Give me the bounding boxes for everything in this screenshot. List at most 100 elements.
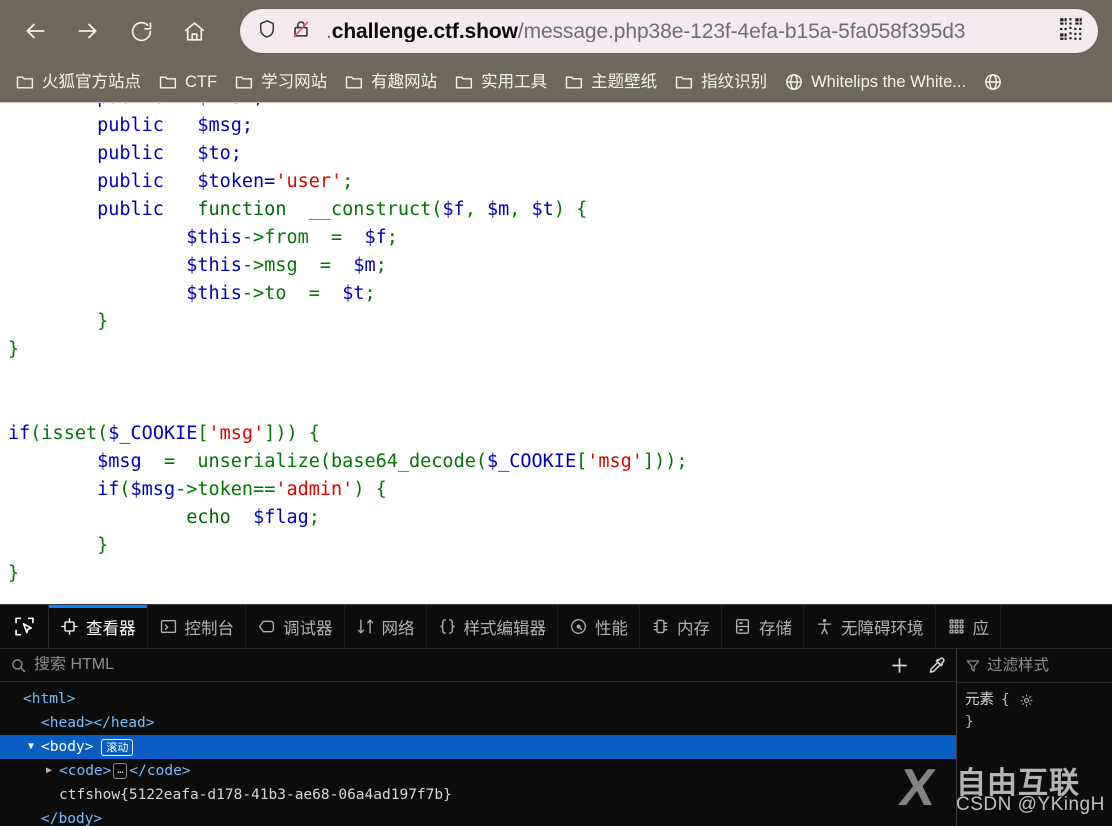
folder-icon — [674, 72, 694, 92]
bookmark-label: 火狐官方站点 — [42, 72, 141, 91]
add-node-button[interactable] — [880, 655, 918, 676]
markup-text-node: ctfshow{5122eafa-d178-41b3-ae68-06a4ad19… — [59, 787, 452, 804]
bookmark-item-1[interactable]: CTF — [151, 68, 224, 96]
devtools-tab-6[interactable]: 内存 — [640, 605, 722, 649]
devtools-tab-7[interactable]: 存储 — [722, 605, 804, 649]
gear-icon[interactable] — [1019, 693, 1034, 708]
php-source-block: public $from; public $msg; public $to; p… — [0, 103, 1112, 588]
code-token: = — [297, 255, 354, 276]
markup-row[interactable]: ▼ <body> 滚动 — [0, 735, 956, 760]
css-rules-view: 元素 { } — [957, 683, 1112, 826]
chevron-right-icon[interactable]: ▶ — [46, 759, 59, 783]
url-text[interactable]: challenge.ctf.show/message.php38e-123f-4… — [326, 21, 1048, 42]
shield-icon[interactable] — [256, 18, 278, 45]
code-token: $m — [486, 199, 510, 220]
code-line: } — [8, 311, 108, 332]
accessibility-icon — [815, 617, 834, 636]
code-line: $this->to = $t; — [8, 283, 375, 304]
devtools-tab-4[interactable]: 样式编辑器 — [427, 605, 558, 649]
element-picker-button[interactable] — [0, 605, 49, 649]
search-icon — [10, 657, 27, 674]
code-line: } — [8, 339, 19, 360]
inspector-icon — [60, 617, 79, 636]
markup-row[interactable]: ctfshow{5122eafa-d178-41b3-ae68-06a4ad19… — [0, 783, 956, 807]
folder-icon — [564, 72, 584, 92]
code-token: $from; — [197, 103, 264, 108]
scroll-badge[interactable]: 滚动 — [101, 738, 134, 756]
code-token: if — [8, 423, 31, 444]
url-bar[interactable]: challenge.ctf.show/message.php38e-123f-4… — [240, 9, 1098, 53]
folder-icon — [15, 72, 35, 92]
devtools-tab-1[interactable]: 控制台 — [148, 605, 246, 649]
bookmark-item-2[interactable]: 学习网站 — [227, 68, 334, 96]
forward-button[interactable] — [67, 10, 109, 52]
devtools-toolbar: 查看器 控制台 调试器 网络 样式编辑器 性能 内存 存储 无障碍环境 应 — [0, 605, 1112, 650]
element-picker-icon — [14, 617, 34, 636]
code-token: 'admin' — [275, 479, 354, 500]
bookmark-label: 学习网站 — [261, 72, 328, 91]
devtools-tab-label: 性能 — [595, 619, 628, 638]
styles-filter-input[interactable] — [987, 656, 1112, 675]
code-token: base64_decode — [331, 451, 476, 472]
code-token: $t — [531, 199, 554, 220]
home-button[interactable] — [173, 10, 215, 52]
lock-insecure-icon[interactable] — [290, 18, 312, 45]
code-token: $this — [186, 283, 242, 304]
code-token: ])); — [642, 451, 688, 472]
code-token: ; — [386, 227, 398, 248]
devtools-tab-9[interactable]: 应 — [936, 605, 1001, 649]
styles-filter-row — [957, 649, 1112, 684]
bookmark-item-3[interactable]: 有趣网站 — [337, 68, 444, 96]
qr-code-icon[interactable] — [1058, 16, 1084, 47]
code-token: } — [97, 311, 109, 332]
bookmark-item-4[interactable]: 实用工具 — [447, 68, 554, 96]
styles-pane: 元素 { } — [957, 649, 1112, 826]
code-token: ( — [97, 423, 109, 444]
eyedropper-button[interactable] — [918, 655, 956, 675]
devtools-tab-0[interactable]: 查看器 — [49, 605, 148, 649]
search-input[interactable] — [34, 656, 880, 675]
markup-tree[interactable]: <html> <head></head> ▼ <body> 滚动 ▶ <code>… </co… — [0, 682, 956, 826]
bookmarks-toolbar: 火狐官方站点 CTF 学习网站 有趣网站 实用工具 主题壁纸 指纹识别 Whitelips t… — [0, 62, 1112, 103]
bookmark-label: CTF — [185, 72, 218, 91]
devtools-tab-5[interactable]: 性能 — [558, 605, 640, 649]
collapsed-children-icon[interactable]: … — [113, 763, 128, 780]
folder-icon — [344, 72, 364, 92]
code-token: $to; — [197, 143, 242, 164]
filter-icon — [965, 658, 981, 674]
markup-search-row — [0, 649, 956, 683]
code-token: $msg — [97, 451, 142, 472]
back-button[interactable] — [14, 10, 56, 52]
code-token: , — [509, 199, 532, 220]
code-token: = — [141, 451, 198, 472]
devtools-tab-8[interactable]: 无障碍环境 — [804, 605, 936, 649]
bookmark-item-5[interactable]: 主题壁纸 — [557, 68, 664, 96]
devtools-tab-label: 控制台 — [184, 619, 235, 638]
inspector-pane: <html> <head></head>▼<body> 滚动 ▶<code>…</co… — [0, 649, 957, 826]
devtools-body: <html> <head></head>▼<body> 滚动 ▶<code>…</co… — [0, 649, 1112, 826]
code-line: public $token='user'; — [8, 171, 353, 192]
bookmark-item-7[interactable]: Whitelips the White... — [777, 68, 973, 96]
devtools-tab-3[interactable]: 网络 — [345, 605, 427, 649]
markup-tag: <body> — [41, 739, 94, 756]
markup-row[interactable]: </body> — [0, 807, 956, 826]
devtools-tab-2[interactable]: 调试器 — [246, 605, 345, 649]
bookmark-item-8[interactable] — [976, 68, 1017, 96]
code-token: 'user' — [275, 171, 343, 192]
markup-row[interactable]: <html> — [0, 687, 956, 711]
bookmark-item-0[interactable]: 火狐官方站点 — [8, 68, 148, 96]
bookmark-label: 指纹识别 — [701, 72, 768, 91]
chevron-down-icon[interactable]: ▼ — [28, 735, 41, 759]
code-token: ->token== — [175, 479, 276, 500]
bookmark-item-6[interactable]: 指纹识别 — [667, 68, 774, 96]
code-token: } — [8, 563, 20, 584]
markup-row[interactable]: ▶ <code>… </code> — [0, 759, 956, 783]
code-line: echo $flag; — [8, 507, 320, 528]
code-token: = — [308, 227, 365, 248]
application-icon — [947, 617, 966, 636]
folder-icon — [234, 72, 254, 92]
reload-button[interactable] — [120, 10, 162, 52]
markup-row[interactable]: <head></head> — [0, 711, 956, 735]
